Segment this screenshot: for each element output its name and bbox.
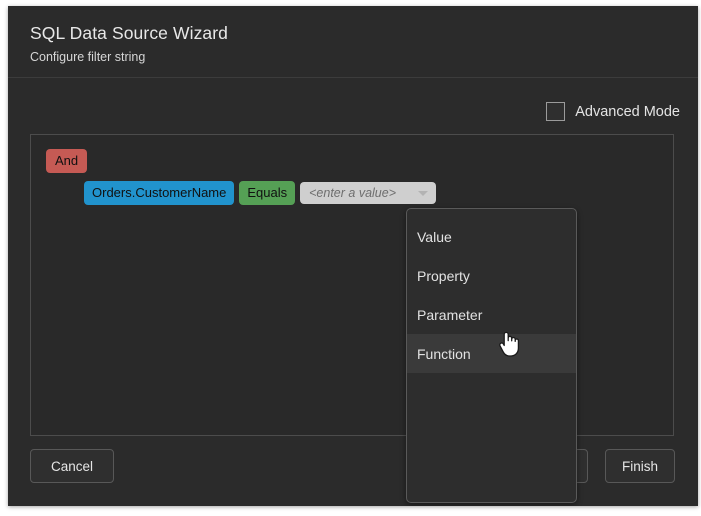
- condition-field-tag[interactable]: Orders.CustomerName: [84, 181, 235, 205]
- page-subtitle: Configure filter string: [30, 50, 146, 64]
- menu-item-parameter[interactable]: Parameter: [407, 295, 576, 334]
- advanced-mode-label: Advanced Mode: [575, 103, 680, 120]
- menu-item-function[interactable]: Function: [407, 334, 576, 373]
- advanced-mode-row[interactable]: Advanced Mode: [546, 102, 680, 121]
- cancel-button[interactable]: Cancel: [30, 449, 114, 483]
- menu-item-value[interactable]: Value: [407, 217, 576, 256]
- screen: SQL Data Source Wizard Configure filter …: [0, 0, 701, 516]
- menu-item-property[interactable]: Property: [407, 256, 576, 295]
- condition-value-placeholder: <enter a value>: [309, 186, 396, 200]
- dialog-header: SQL Data Source Wizard Configure filter …: [8, 6, 698, 78]
- finish-button[interactable]: Finish: [605, 449, 675, 483]
- value-type-dropdown-menu[interactable]: Value Property Parameter Function: [406, 208, 577, 503]
- filter-builder-panel[interactable]: And Orders.CustomerName Equals <enter a …: [30, 134, 674, 436]
- condition-operator-tag[interactable]: Equals: [239, 181, 296, 205]
- chevron-down-icon[interactable]: [418, 191, 429, 196]
- group-operator-tag[interactable]: And: [46, 149, 88, 173]
- sql-data-source-wizard-dialog: SQL Data Source Wizard Configure filter …: [8, 6, 698, 506]
- filter-condition-row: Orders.CustomerName Equals <enter a valu…: [84, 181, 437, 205]
- advanced-mode-checkbox[interactable]: [546, 102, 566, 121]
- page-title: SQL Data Source Wizard: [30, 23, 229, 43]
- condition-value-input[interactable]: <enter a value>: [300, 182, 437, 204]
